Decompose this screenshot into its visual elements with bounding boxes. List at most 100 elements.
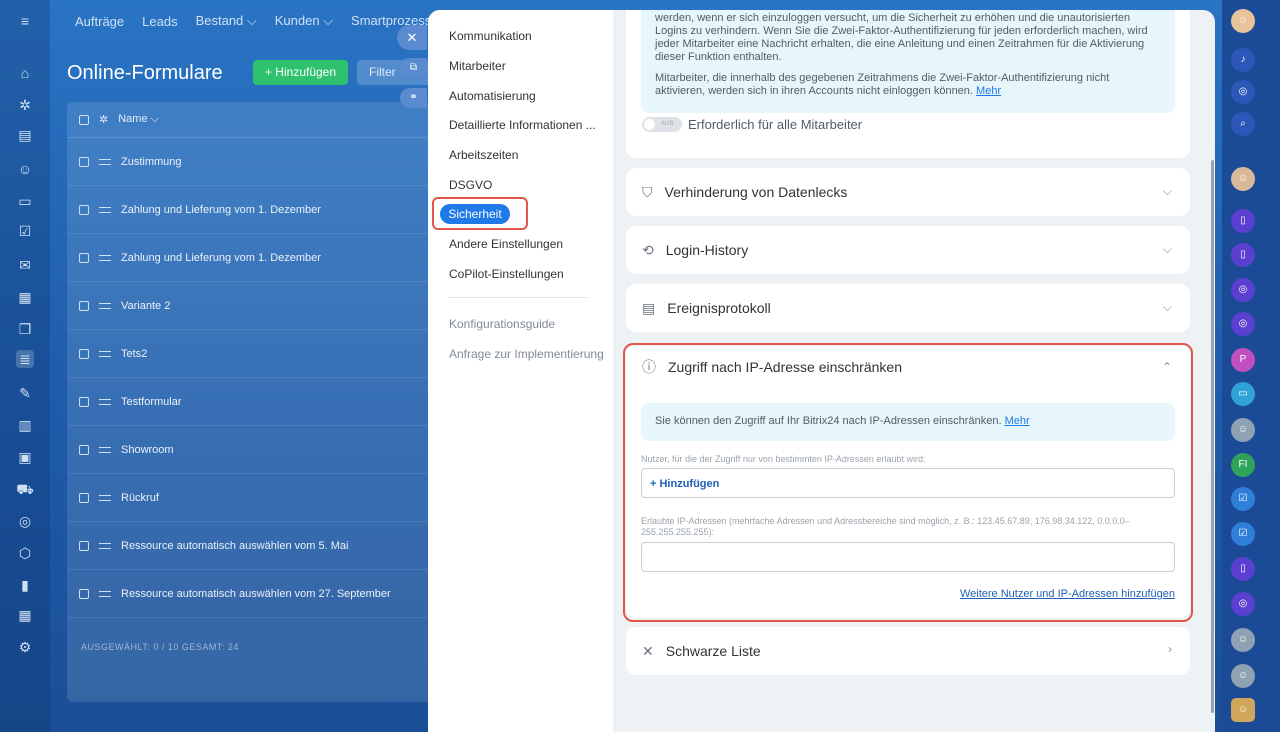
drag-handle-icon[interactable] — [99, 350, 111, 357]
open-new-window-button[interactable]: ⧉ — [400, 58, 427, 78]
close-slider-button[interactable]: ✕ — [397, 25, 427, 50]
users-icon[interactable]: ☺ — [16, 160, 34, 178]
blacklist-section[interactable]: ✕ Schwarze Liste › — [626, 627, 1190, 675]
scrollbar[interactable] — [1211, 160, 1214, 713]
box-icon[interactable]: ⬡ — [16, 544, 34, 562]
task-icon[interactable]: ☑ — [16, 222, 34, 240]
table-row[interactable]: Ressource automatisch auswählen vom 27. … — [67, 570, 447, 618]
drag-handle-icon[interactable] — [99, 398, 111, 405]
menu-item-copilot[interactable]: CoPilot-Einstellungen — [449, 267, 564, 281]
menu-item-konfigurationsguide[interactable]: Konfigurationsguide — [449, 317, 555, 331]
menu-item-kommunikation[interactable]: Kommunikation — [449, 29, 532, 43]
menu-item-dsgvo[interactable]: DSGVO — [449, 178, 492, 192]
drag-handle-icon[interactable] — [99, 494, 111, 501]
settings-icon[interactable]: ✲ — [99, 113, 108, 126]
row-name[interactable]: Tets2 — [121, 348, 147, 360]
table-row[interactable]: Ressource automatisch auswählen vom 5. M… — [67, 522, 447, 570]
menu-item-implementierung[interactable]: Anfrage zur Implementierung — [449, 347, 604, 361]
card-icon[interactable]: ▭ — [16, 192, 34, 210]
document-icon[interactable]: ▤ — [16, 126, 34, 144]
nav-item[interactable]: Bestand ⌵ — [196, 13, 257, 29]
copilot-icon[interactable]: ◎ — [1231, 592, 1255, 616]
settings-icon[interactable]: ⚙ — [16, 638, 34, 656]
copy-link-button[interactable]: ⚭ — [400, 88, 427, 108]
table-row[interactable]: Zahlung und Lieferung vom 1. Dezember — [67, 186, 447, 234]
chevron-right-icon[interactable]: › — [1168, 642, 1172, 656]
row-name[interactable]: Variante 2 — [121, 300, 170, 312]
avatar[interactable]: ☺ — [1231, 167, 1255, 191]
group-avatar[interactable]: ☺ — [1231, 418, 1255, 442]
row-name[interactable]: Showroom — [121, 444, 174, 456]
row-name[interactable]: Zustimmung — [121, 156, 182, 168]
row-checkbox[interactable] — [79, 300, 89, 311]
gear-icon[interactable]: ✲ — [16, 96, 34, 114]
cart-icon[interactable]: ⛟ — [16, 480, 34, 498]
column-name-header[interactable]: Name ⌵ — [118, 113, 159, 126]
task-icon[interactable]: ☑ — [1231, 522, 1255, 546]
nav-item[interactable]: Kunden ⌵ — [275, 13, 333, 29]
drag-handle-icon[interactable] — [99, 254, 111, 261]
target-icon[interactable]: ◎ — [16, 512, 34, 530]
avatar[interactable]: ☺ — [1231, 9, 1255, 33]
row-name[interactable]: Zahlung und Lieferung vom 1. Dezember — [121, 252, 321, 264]
row-checkbox[interactable] — [79, 396, 89, 407]
group-avatar[interactable]: ☺ — [1231, 628, 1255, 652]
search-icon[interactable]: ⌕ — [1231, 112, 1255, 136]
menu-item-details[interactable]: Detaillierte Informationen ... — [449, 118, 596, 132]
group-avatar[interactable]: ☺ — [1231, 664, 1255, 688]
menu-item-andere-einstellungen[interactable]: Andere Einstellungen — [449, 237, 563, 251]
home-icon[interactable]: ⌂ — [16, 64, 34, 82]
drag-handle-icon[interactable] — [99, 302, 111, 309]
menu-item-arbeitszeiten[interactable]: Arbeitszeiten — [449, 148, 518, 162]
mail-icon[interactable]: ✉ — [16, 256, 34, 274]
table-icon[interactable]: ▦ — [16, 606, 34, 624]
nav-item[interactable]: Leads — [142, 14, 177, 29]
chat-icon[interactable]: ▯ — [1231, 557, 1255, 581]
row-name[interactable]: Zahlung und Lieferung vom 1. Dezember — [121, 204, 321, 216]
drag-handle-icon[interactable] — [99, 446, 111, 453]
login-history-section[interactable]: ⟲ Login-History ⌵ — [626, 226, 1190, 274]
row-checkbox[interactable] — [79, 492, 89, 503]
row-checkbox[interactable] — [79, 588, 89, 599]
row-name[interactable]: Testformular — [121, 396, 182, 408]
twofa-toggle[interactable]: AUS — [642, 117, 682, 132]
nav-item[interactable]: Aufträge — [75, 14, 124, 29]
terminal-icon[interactable]: ▣ — [16, 448, 34, 466]
drag-handle-icon[interactable] — [99, 542, 111, 549]
menu-item-mitarbeiter[interactable]: Mitarbeiter — [449, 59, 506, 73]
drag-handle-icon[interactable] — [99, 206, 111, 213]
store-icon[interactable]: ▥ — [16, 416, 34, 434]
list-icon[interactable]: ≣ — [16, 350, 34, 368]
drag-handle-icon[interactable] — [99, 590, 111, 597]
row-checkbox[interactable] — [79, 444, 89, 455]
table-row[interactable]: Variante 2 — [67, 282, 447, 330]
chat-icon[interactable]: ▯ — [1231, 243, 1255, 267]
copilot-icon[interactable]: ◎ — [1231, 278, 1255, 302]
table-row[interactable]: Zustimmung — [67, 138, 447, 186]
pen-icon[interactable]: ✎ — [16, 384, 34, 402]
table-row[interactable]: Rückruf — [67, 474, 447, 522]
event-log-section[interactable]: ▤ Ereignisprotokoll ⌵ — [626, 284, 1190, 332]
copilot-icon[interactable]: ◎ — [1231, 312, 1255, 336]
chevron-down-icon[interactable]: ⌵ — [1163, 300, 1172, 315]
menu-icon[interactable]: ≡ — [16, 12, 34, 30]
row-checkbox[interactable] — [79, 540, 89, 551]
calendar-icon[interactable]: ▦ — [16, 288, 34, 306]
chevron-down-icon[interactable]: ⌵ — [1163, 184, 1172, 199]
twofa-more-link[interactable]: Mehr — [976, 85, 1001, 97]
table-row[interactable]: Showroom — [67, 426, 447, 474]
chat-icon[interactable]: ▭ — [1231, 382, 1255, 406]
chart-icon[interactable]: ▮ — [16, 576, 34, 594]
bell-icon[interactable]: ♪ — [1231, 48, 1255, 72]
table-row[interactable]: Zahlung und Lieferung vom 1. Dezember — [67, 234, 447, 282]
chevron-down-icon[interactable]: ⌵ — [1163, 242, 1172, 257]
data-leak-section[interactable]: ⛉ Verhinderung von Datenlecks ⌵ — [626, 168, 1190, 216]
row-name[interactable]: Ressource automatisch auswählen vom 27. … — [121, 588, 391, 600]
row-name[interactable]: Rückruf — [121, 492, 159, 504]
menu-item-automatisierung[interactable]: Automatisierung — [449, 89, 536, 103]
row-checkbox[interactable] — [79, 252, 89, 263]
row-checkbox[interactable] — [79, 204, 89, 215]
table-row[interactable]: Tets2 — [67, 330, 447, 378]
users-icon[interactable]: ☺ — [1231, 698, 1255, 722]
task-icon[interactable]: ☑ — [1231, 487, 1255, 511]
